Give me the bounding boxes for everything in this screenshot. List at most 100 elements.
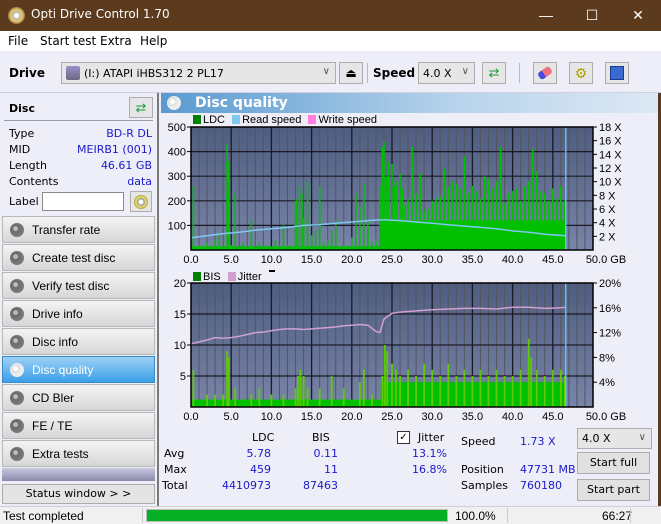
create-disc-icon [10, 251, 24, 265]
bis-y-tick-label: 5 [180, 371, 186, 383]
chevron-down-icon: ∨ [638, 432, 646, 443]
nav-verify-test-disc[interactable]: Verify test disc [2, 272, 155, 299]
mid-label: MID [9, 143, 31, 156]
chevron-down-icon: ∨ [322, 66, 330, 77]
bis-bar [395, 369, 397, 407]
nav-filler [2, 468, 155, 481]
nav-transfer-rate[interactable]: Transfer rate [2, 216, 155, 243]
bis-bar [226, 351, 229, 407]
transfer-rate-icon [10, 223, 24, 237]
label-input[interactable] [42, 192, 124, 211]
settings-button[interactable]: ⚙ [569, 62, 593, 84]
close-button[interactable]: ✕ [615, 0, 661, 31]
drive-icon [66, 66, 80, 80]
bis-x-tick-label: 30.0 [421, 411, 442, 423]
bis-y2-tick-label: 16% [599, 303, 621, 315]
drive-select[interactable]: (I:) ATAPI iHBS312 2 PL17 ∨ [61, 62, 336, 84]
nav-label: Extra tests [32, 447, 89, 461]
ldc-bar [318, 186, 321, 250]
bis-x-tick-label: 5.0 [224, 411, 239, 423]
verify-disc-icon [10, 279, 24, 293]
ldc-bar [242, 242, 245, 250]
bis-x-tick-label: 10.0 [261, 411, 282, 423]
bis-bar [559, 369, 562, 407]
disc-header: Disc [9, 102, 35, 115]
bis-bar [358, 382, 361, 407]
eject-button[interactable]: ⏏ [339, 62, 363, 84]
ldc-bar [483, 176, 486, 250]
nav-drive-info[interactable]: Drive info [2, 300, 155, 327]
ldc-total: 4410973 [222, 479, 271, 492]
test-speed-select[interactable]: 4.0 X ∨ [577, 428, 652, 449]
erase-button[interactable] [533, 62, 557, 84]
ldc-bar [306, 181, 309, 250]
nav-disc-quality[interactable]: Disc quality [2, 356, 155, 383]
ldc-x-tick-label: 5.0 [224, 254, 239, 266]
ldc-x-tick-label: 0.0 [183, 254, 198, 266]
nav-fe-te[interactable]: FE / TE [2, 412, 155, 439]
ldc-bar [385, 176, 388, 250]
type-value: BD-R DL [106, 127, 152, 140]
ldc-y2-tick-label: 6 X [599, 204, 616, 216]
bis-avg: 0.11 [313, 447, 339, 460]
start-part-button[interactable]: Start part [577, 479, 650, 501]
drive-info-icon [10, 307, 24, 321]
menu-file[interactable]: File [8, 34, 28, 48]
speed-select[interactable]: 4.0 X ∨ [418, 62, 475, 84]
bis-bar [306, 388, 309, 407]
bis-bar [330, 376, 333, 407]
bis-bar [407, 369, 409, 407]
refresh-arrows-icon: ⇄ [135, 100, 147, 115]
bis-x-tick-label: 25.0 [381, 411, 402, 423]
ldc-bar [519, 200, 522, 250]
status-text: Test completed [3, 509, 84, 523]
length-value: 46.61 GB [100, 159, 152, 172]
ldc-bar [250, 220, 253, 250]
nav-create-test-disc[interactable]: Create test disc [2, 244, 155, 271]
minimize-button[interactable]: — [523, 0, 569, 31]
ldc-bar [383, 141, 385, 250]
row-avg: Avg [164, 447, 185, 460]
charts-area: 0.0 5.0 10.0 15.0 20.0 25.0 30.0 35.0 40.0 45.0 50… [168, 122, 627, 423]
ldc-bar [401, 188, 404, 250]
label-disc-button[interactable] [130, 191, 152, 212]
refresh-button[interactable]: ⇄ [482, 62, 506, 84]
nav-extra-tests[interactable]: Extra tests [2, 440, 155, 467]
disc-refresh-button[interactable]: ⇄ [129, 97, 153, 118]
bis-bar [214, 394, 217, 407]
app-icon [8, 7, 25, 24]
ldc-bar [326, 240, 329, 250]
drive-value: (I:) ATAPI iHBS312 2 PL17 [84, 67, 224, 80]
maximize-button[interactable]: ☐ [569, 0, 615, 31]
bis-bar [463, 369, 466, 407]
ldc-bar [535, 171, 538, 250]
bis-max: 11 [324, 463, 338, 476]
nav-disc-info[interactable]: Disc info [2, 328, 155, 355]
position-value: 47731 MB [520, 463, 576, 476]
bis-bar [294, 388, 297, 407]
start-full-button[interactable]: Start full [577, 452, 650, 474]
ldc-bar [379, 186, 381, 250]
ldc-bar [511, 190, 514, 250]
ldc-x-tick-label: 40.0 [502, 254, 523, 266]
ldc-y2-tick-label: 16 X [599, 136, 622, 148]
row-total: Total [162, 479, 188, 492]
save-button[interactable] [605, 62, 629, 84]
bis-bar [258, 388, 261, 407]
menu-start-test[interactable]: Start test [40, 34, 96, 48]
ldc-bar [298, 186, 301, 250]
status-window-button[interactable]: Status window > > [2, 484, 155, 504]
nav-cd-bler[interactable]: CD Bler [2, 384, 155, 411]
menu-help[interactable]: Help [140, 34, 167, 48]
progress-percent: 100.0% [455, 509, 496, 523]
bis-x-tick-label: 35.0 [462, 411, 483, 423]
bis-bar [423, 363, 426, 407]
main-panel: Disc quality LDC Read speed Write speed … [157, 93, 658, 506]
ldc-bar [423, 210, 425, 250]
disc-info-icon [10, 335, 24, 349]
menu-extra[interactable]: Extra [100, 34, 132, 48]
bis-bar [431, 369, 434, 407]
jitter-checkbox[interactable]: ✓ [397, 431, 410, 444]
ldc-bar [407, 198, 409, 250]
jitter-avg: 13.1% [412, 447, 447, 460]
